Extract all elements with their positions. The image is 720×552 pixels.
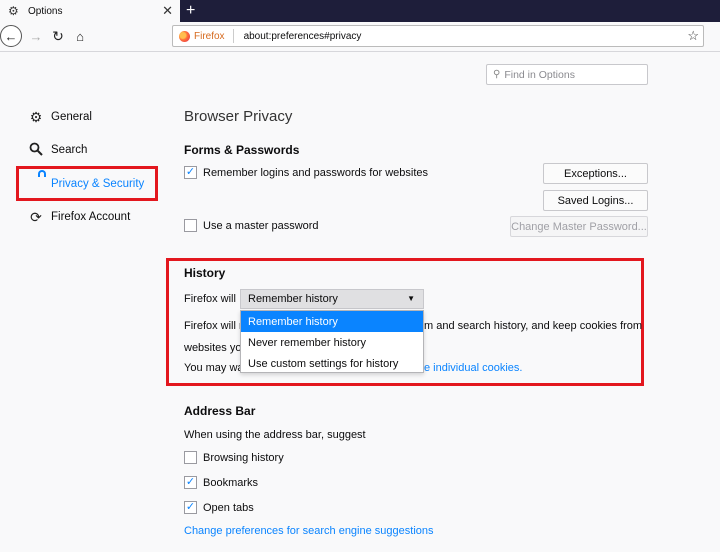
browsing-history-row[interactable]: Browsing history	[184, 451, 284, 464]
history-heading: History	[184, 266, 226, 280]
history-desc-line1-end: m and search history, and keep cookies f…	[424, 320, 643, 332]
open-tabs-label: Open tabs	[203, 501, 254, 514]
new-tab-icon[interactable]: +	[186, 1, 195, 21]
individual-cookies-link[interactable]: e individual cookies.	[424, 362, 522, 374]
firefox-logo-icon	[179, 30, 190, 42]
open-tabs-row[interactable]: ✓ Open tabs	[184, 501, 254, 514]
sidebar-item-label: Privacy & Security	[51, 178, 145, 190]
remember-logins-checkbox[interactable]: ✓	[184, 166, 197, 179]
identity-badge[interactable]: Firefox	[173, 29, 234, 43]
history-option-never[interactable]: Never remember history	[241, 332, 423, 353]
bookmarks-row[interactable]: ✓ Bookmarks	[184, 476, 258, 489]
change-master-password-button[interactable]: Change Master Password...	[510, 216, 648, 237]
home-button[interactable]: ⌂	[72, 27, 88, 45]
history-desc-line1-start: Firefox will r	[184, 320, 243, 332]
history-mode-value: Remember history	[248, 293, 338, 305]
browsing-history-label: Browsing history	[203, 451, 284, 464]
sidebar-item-label: Firefox Account	[51, 211, 131, 223]
firefox-will-label: Firefox will	[184, 293, 236, 305]
close-icon[interactable]: ✕	[162, 3, 173, 19]
search-input[interactable]: ⚲ Find in Options	[486, 64, 648, 85]
history-option-custom[interactable]: Use custom settings for history	[241, 353, 423, 374]
address-bar-heading: Address Bar	[184, 404, 256, 418]
tab-strip: ⚙ Options ✕ +	[0, 0, 720, 22]
search-icon	[27, 142, 45, 159]
sidebar-item-label: Search	[51, 144, 88, 156]
forward-button[interactable]: →	[28, 27, 44, 45]
sidebar-item-firefox-account[interactable]: ⟳ Firefox Account	[27, 207, 130, 227]
remember-logins-label: Remember logins and passwords for websit…	[203, 166, 428, 179]
sidebar-item-label: General	[51, 111, 92, 123]
history-option-remember[interactable]: Remember history	[241, 311, 423, 332]
sidebar-item-general[interactable]: ⚙ General	[27, 107, 92, 127]
bookmarks-checkbox[interactable]: ✓	[184, 476, 197, 489]
address-bar-intro: When using the address bar, suggest	[184, 429, 366, 441]
sidebar-item-search[interactable]: Search	[27, 140, 87, 160]
master-password-row[interactable]: Use a master password	[184, 219, 319, 232]
sync-icon: ⟳	[30, 208, 42, 225]
search-icon: ⚲	[493, 69, 501, 80]
forms-heading: Forms & Passwords	[184, 143, 300, 157]
browsing-history-checkbox[interactable]	[184, 451, 197, 464]
back-button[interactable]: ←	[0, 25, 22, 47]
master-password-checkbox[interactable]	[184, 219, 197, 232]
master-password-label: Use a master password	[203, 219, 319, 232]
history-mode-dropdown: Remember history Never remember history …	[240, 310, 424, 373]
gear-icon: ⚙	[8, 4, 19, 18]
bookmarks-label: Bookmarks	[203, 476, 259, 489]
remember-logins-row[interactable]: ✓ Remember logins and passwords for webs…	[184, 166, 428, 179]
open-tabs-checkbox[interactable]: ✓	[184, 501, 197, 514]
exceptions-button[interactable]: Exceptions...	[543, 163, 648, 184]
lock-icon	[27, 176, 45, 192]
gear-icon: ⚙	[29, 108, 43, 125]
url-bar[interactable]: Firefox about:preferences#privacy ☆	[172, 25, 704, 47]
sidebar-item-privacy[interactable]: Privacy & Security	[27, 174, 144, 194]
reload-button[interactable]: ↻	[50, 27, 66, 45]
tab-options[interactable]: ⚙ Options ✕	[0, 0, 180, 22]
chevron-down-icon: ▼	[407, 294, 415, 303]
history-desc-line2-start: websites you	[184, 342, 248, 354]
url-text[interactable]: about:preferences#privacy	[244, 31, 362, 42]
search-suggestions-link[interactable]: Change preferences for search engine sug…	[184, 525, 434, 537]
identity-label: Firefox	[194, 30, 225, 42]
nav-bar: ← → ↻ ⌂ Firefox about:preferences#privac…	[0, 22, 720, 52]
history-mode-select[interactable]: Remember history ▼	[240, 289, 424, 309]
page-title: Browser Privacy	[184, 108, 293, 125]
bookmark-star-icon[interactable]: ☆	[687, 28, 699, 44]
history-desc-line3-start: You may wa	[184, 362, 244, 374]
search-placeholder: Find in Options	[504, 68, 575, 81]
saved-logins-button[interactable]: Saved Logins...	[543, 190, 648, 211]
tab-title: Options	[28, 5, 63, 17]
